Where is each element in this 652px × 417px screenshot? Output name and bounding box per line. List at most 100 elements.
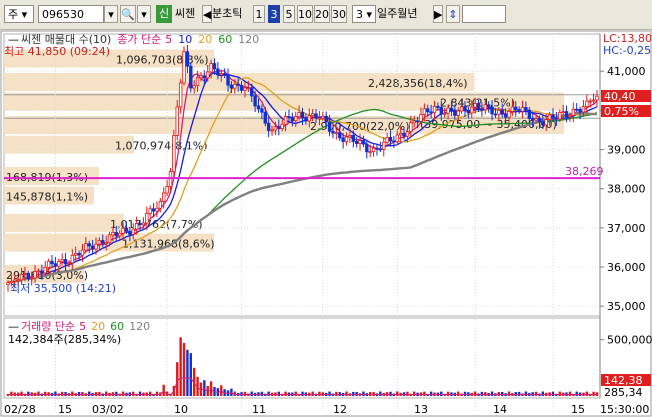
period-30-button[interactable]: 30	[331, 5, 347, 23]
volume-bar	[423, 391, 426, 396]
period-10-button[interactable]: 10	[297, 5, 313, 23]
candle-body	[300, 112, 305, 119]
market-select[interactable]: 주 ▾	[4, 5, 34, 23]
candle-body	[277, 126, 281, 129]
volume-profile-bar	[4, 213, 124, 232]
volume-bar	[396, 391, 399, 396]
x-tick-label: 02/28	[4, 403, 36, 416]
search-icon[interactable]: 🔍	[120, 5, 136, 23]
volume-bar	[457, 391, 460, 396]
candle-body	[463, 106, 467, 111]
candle-body	[459, 106, 464, 112]
candle-body	[574, 108, 579, 111]
price-tick-label: 37,000	[607, 222, 646, 235]
candle-body	[283, 116, 288, 125]
ma10-label: 10	[178, 33, 192, 46]
volume-bar	[209, 381, 213, 396]
next-icon[interactable]: ▶	[433, 5, 443, 23]
candle-body	[290, 116, 295, 122]
candle-body	[537, 118, 542, 123]
candle-body	[229, 84, 234, 89]
candle-body	[476, 103, 481, 110]
volume-bar	[362, 391, 365, 396]
prev-icon[interactable]: ◀	[202, 5, 212, 23]
volume-bar	[10, 391, 13, 396]
chart-area: 291,610(3,0%)1,131,968(8,6%)1,017,762(7,…	[0, 30, 652, 417]
candle-body	[175, 106, 179, 136]
volume-bar	[104, 391, 108, 396]
candle-body	[422, 108, 427, 115]
candle-body	[571, 108, 576, 116]
candle-body	[581, 106, 586, 113]
interval-value: 3	[356, 8, 363, 21]
candle-body	[60, 259, 64, 262]
code-dropdown-button[interactable]: ▾	[104, 5, 118, 23]
vol-ma5-label: 5	[79, 320, 86, 333]
volume-bar	[220, 385, 223, 396]
volume-bar	[413, 391, 416, 396]
period-1-button[interactable]: 1	[253, 5, 265, 23]
candle-body	[351, 134, 355, 142]
candle-body	[90, 245, 95, 250]
code-input[interactable]: 096530	[38, 5, 104, 23]
volume-bar	[77, 391, 81, 396]
volume-bar	[284, 391, 287, 396]
candle-body	[395, 134, 399, 143]
candle-body	[483, 104, 487, 111]
candle-body	[419, 113, 423, 122]
candle-body	[155, 207, 159, 212]
candle-body	[331, 130, 335, 134]
extra-input[interactable]	[462, 5, 506, 23]
interval-input[interactable]: 3 ▾	[352, 5, 376, 23]
candle-body	[442, 112, 447, 115]
candle-body	[439, 107, 443, 115]
candle-body	[138, 223, 142, 226]
candle-body	[503, 113, 508, 118]
candle-body	[554, 117, 559, 120]
volume-bar	[490, 391, 494, 396]
volume-bar	[440, 391, 443, 396]
candle-body	[158, 201, 163, 209]
period-3-button[interactable]: 3	[268, 5, 280, 23]
candle-body	[216, 68, 220, 76]
candle-body	[385, 136, 389, 143]
price-tick-label: 35,000	[607, 300, 646, 313]
volume-bar	[155, 391, 159, 396]
period-label: 분초틱	[212, 7, 243, 20]
candle-body	[178, 82, 183, 108]
candle-body	[50, 260, 54, 265]
candle-body	[470, 106, 474, 114]
candle-body	[324, 115, 328, 123]
candle-body	[358, 140, 362, 144]
candle-body	[585, 100, 589, 107]
x-tick-label: 11	[252, 403, 266, 416]
volume-profile-label: 2,428,356(18,4%)	[368, 77, 468, 90]
candle-body	[541, 121, 545, 126]
new-badge: 신	[156, 5, 172, 23]
period-5-button[interactable]: 5	[283, 5, 295, 23]
period-20-button[interactable]: 20	[314, 5, 330, 23]
volume-bar	[575, 391, 578, 396]
candle-body	[564, 111, 569, 118]
volume-bar	[176, 362, 179, 396]
candle-body	[449, 107, 454, 111]
ma120-label: 120	[238, 33, 259, 46]
chevron-down-icon[interactable]: ▾	[137, 5, 151, 23]
candle-body	[520, 107, 525, 112]
volume-bar	[355, 391, 358, 396]
candle-body	[392, 140, 396, 143]
volume-legend: — 거래량 단순 5 20 60 120	[8, 320, 150, 333]
candle-body	[151, 208, 156, 212]
volume-bar	[507, 391, 511, 396]
volume-bar	[497, 391, 501, 396]
candle-body	[348, 134, 352, 138]
candle-body	[321, 115, 325, 119]
updown-arrow-icon[interactable]: ⇕	[446, 5, 460, 23]
candle-body	[111, 232, 115, 236]
stock-name: 씨젠	[175, 7, 196, 20]
volume-bar	[592, 391, 595, 396]
price-tick-label: 39,000	[607, 144, 646, 157]
current-price: 40,40	[604, 90, 636, 103]
candle-body	[263, 111, 267, 124]
volume-bar	[328, 391, 331, 396]
